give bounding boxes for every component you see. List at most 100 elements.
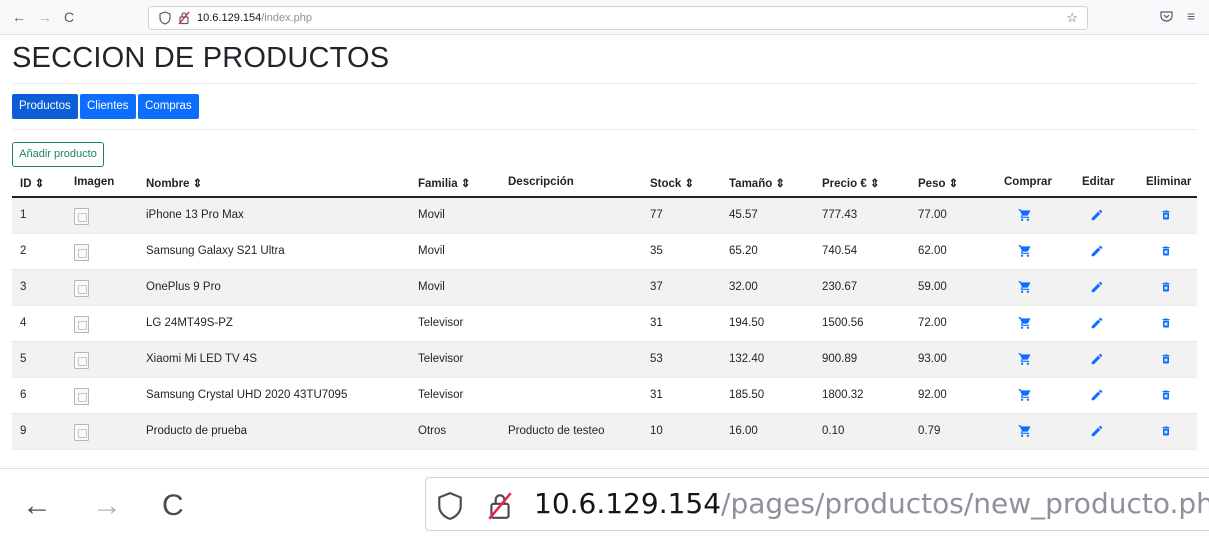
col-comprar: Comprar [1004,176,1052,188]
zoom-url-bar[interactable]: 10.6.129.154/pages/productos/new_product… [425,477,1209,531]
pencil-icon[interactable] [1090,316,1104,330]
url-host: 10.6.129.154 [197,12,262,24]
trash-icon[interactable] [1160,352,1172,366]
trash-icon[interactable] [1160,424,1172,438]
zoom-url-text[interactable]: 10.6.129.154/pages/productos/new_product… [534,489,1209,519]
cell-precio: 230.67 [822,281,858,293]
cart-icon[interactable] [1018,208,1032,222]
pencil-icon[interactable] [1090,424,1104,438]
trash-icon[interactable] [1160,316,1172,330]
product-image-icon [74,424,89,441]
table-row: 3 OnePlus 9 Pro Movil 37 32.00 230.67 59… [12,270,1197,306]
pencil-icon[interactable] [1090,208,1104,222]
pencil-icon[interactable] [1090,352,1104,366]
browser-toolbar: ← → C 10.6.129.154/index.php ☆ ≡ [0,0,1209,35]
cell-nombre: LG 24MT49S-PZ [146,317,233,329]
cart-icon[interactable] [1018,244,1032,258]
insecure-lock-icon[interactable] [486,491,514,521]
shield-icon[interactable] [159,11,171,25]
nav-productos[interactable]: Productos [12,94,78,119]
zoom-url-path: /pages/productos/new_producto.php [721,487,1209,520]
cell-stock: 31 [650,317,663,329]
hamburger-menu-icon[interactable]: ≡ [1187,9,1195,23]
cell-id: 4 [20,317,27,329]
cell-peso: 72.00 [918,317,947,329]
cell-precio: 777.43 [822,209,858,221]
pencil-icon[interactable] [1090,244,1104,258]
cell-id: 5 [20,353,27,365]
divider [12,83,1197,84]
cell-precio: 1800.32 [822,389,864,401]
table-row: 5 Xiaomi Mi LED TV 4S Televisor 53 132.4… [12,342,1197,378]
divider [12,129,1197,130]
trash-icon[interactable] [1160,280,1172,294]
shield-icon[interactable] [436,491,464,521]
cart-icon[interactable] [1018,424,1032,438]
col-familia[interactable]: Familia ⇕ [418,176,470,190]
cell-peso: 62.00 [918,245,947,257]
zoom-reload-button[interactable]: C [162,491,184,521]
cell-peso: 77.00 [918,209,947,221]
cell-peso: 59.00 [918,281,947,293]
cell-peso: 0.79 [918,425,941,437]
nav-clientes[interactable]: Clientes [80,94,136,119]
col-stock[interactable]: Stock ⇕ [650,176,694,190]
col-peso[interactable]: Peso ⇕ [918,176,958,190]
cell-familia: Televisor [418,389,464,401]
table-row: 6 Samsung Crystal UHD 2020 43TU7095 Tele… [12,378,1197,414]
cell-precio: 1500.56 [822,317,864,329]
cell-familia: Otros [418,425,447,437]
trash-icon[interactable] [1160,244,1172,258]
col-descripcion: Descripción [508,176,574,188]
zoomed-browser-toolbar: ← → C 10.6.129.154/pages/productos/new_p… [0,468,1209,537]
forward-button[interactable]: → [38,9,52,25]
url-path: /index.php [261,12,312,24]
cell-id: 6 [20,389,27,401]
pocket-icon[interactable] [1160,11,1173,22]
cart-icon[interactable] [1018,388,1032,402]
zoom-forward-button[interactable]: → [92,491,122,521]
product-image-icon [74,280,89,297]
product-image-icon [74,208,89,225]
cell-tamano: 32.00 [729,281,758,293]
cell-familia: Movil [418,209,445,221]
page-title: SECCION DE PRODUCTOS [12,42,390,74]
cell-nombre: Producto de prueba [146,425,248,437]
cell-precio: 740.54 [822,245,858,257]
cart-icon[interactable] [1018,280,1032,294]
cart-icon[interactable] [1018,316,1032,330]
cell-tamano: 45.57 [729,209,758,221]
cell-stock: 35 [650,245,663,257]
back-button[interactable]: ← [12,9,26,25]
trash-icon[interactable] [1160,208,1172,222]
col-eliminar: Eliminar [1146,176,1192,188]
product-image-icon [74,316,89,333]
bookmark-star-icon[interactable]: ☆ [1066,11,1078,25]
pencil-icon[interactable] [1090,388,1104,402]
product-image-icon [74,352,89,369]
trash-icon[interactable] [1160,388,1172,402]
cart-icon[interactable] [1018,352,1032,366]
cell-familia: Televisor [418,353,464,365]
zoom-back-button[interactable]: ← [22,491,52,521]
insecure-lock-icon[interactable] [178,11,190,25]
cell-id: 2 [20,245,27,257]
products-table: ID ⇕ Imagen Nombre ⇕ Familia ⇕ Descripci… [12,170,1197,450]
nav-compras[interactable]: Compras [138,94,199,119]
zoom-url-host: 10.6.129.154 [534,487,722,520]
reload-button[interactable]: C [64,9,74,25]
product-image-icon [74,244,89,261]
add-product-button[interactable]: Añadir producto [12,142,104,167]
col-id[interactable]: ID ⇕ [20,176,44,190]
col-precio[interactable]: Precio € ⇕ [822,176,880,190]
table-body: 1 iPhone 13 Pro Max Movil 77 45.57 777.4… [12,198,1197,450]
url-bar[interactable]: 10.6.129.154/index.php ☆ [148,6,1088,30]
cell-nombre: Samsung Galaxy S21 Ultra [146,245,285,257]
col-nombre[interactable]: Nombre ⇕ [146,176,202,190]
col-tamano[interactable]: Tamaño ⇕ [729,176,785,190]
cell-tamano: 194.50 [729,317,765,329]
cell-familia: Movil [418,281,445,293]
url-text[interactable]: 10.6.129.154/index.php [197,11,312,25]
cell-nombre: Xiaomi Mi LED TV 4S [146,353,257,365]
pencil-icon[interactable] [1090,280,1104,294]
